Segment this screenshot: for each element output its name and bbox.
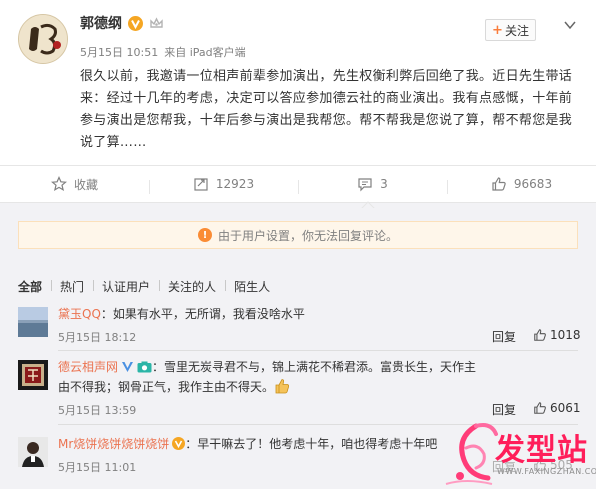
active-tab-caret-icon — [361, 201, 375, 209]
camera-icon — [137, 361, 152, 373]
reply-button[interactable]: 回复 — [492, 328, 516, 345]
commenter-name[interactable]: 德云相声网 — [58, 360, 118, 374]
reply-disabled-notice: ! 由于用户设置，你无法回复评论。 — [18, 221, 578, 249]
filter-strangers[interactable]: 陌生人 — [225, 278, 279, 295]
comment-text: 黛玉QQ：如果有水平，无所谓，我看没啥水平 — [58, 304, 438, 324]
member-crown-icon — [150, 17, 163, 28]
commenter-name[interactable]: 黛玉QQ — [58, 307, 101, 321]
comment-time: 5月15日 11:01 — [58, 461, 137, 474]
follow-label: 关注 — [504, 23, 529, 38]
author-name[interactable]: 郭德纲 — [80, 13, 122, 33]
filter-hot[interactable]: 热门 — [51, 278, 93, 295]
notice-text: 由于用户设置，你无法回复评论。 — [217, 228, 398, 243]
reply-button[interactable]: 回复 — [492, 401, 516, 418]
comment-body: ：早干嘛去了！他考虑十年，咱也得考虑十年吧 — [185, 437, 438, 451]
comment-text: 德云相声网 ：雪里无炭寻君不与，锦上满花不稀君添。富贵长生，天作主由不得我；钢骨正… — [58, 357, 478, 397]
repost-icon — [194, 178, 208, 191]
comment-body: ：如果有水平，无所谓，我看没啥水平 — [100, 307, 305, 321]
post-meta: 5月15日 10:51 来自 iPad客户端 — [80, 44, 246, 60]
plus-icon: + — [492, 22, 503, 38]
comment-like-count: 6061 — [550, 401, 581, 415]
repost-count: 12923 — [215, 177, 255, 191]
commenter-avatar[interactable] — [18, 307, 48, 337]
comment-filter-bar: 全部 热门 认证用户 关注的人 陌生人 — [18, 278, 279, 295]
favorite-label: 收藏 — [73, 177, 98, 192]
commenter-avatar[interactable] — [18, 437, 48, 467]
commenter-name[interactable]: Mr烧饼烧饼烧饼烧饼 — [58, 437, 169, 451]
verified-v-icon — [122, 362, 134, 372]
thumbs-up-icon — [534, 402, 546, 414]
comment-time: 5月15日 13:59 — [58, 404, 137, 417]
thumbs-up-emoji-icon — [275, 379, 290, 394]
filter-verified[interactable]: 认证用户 — [93, 278, 159, 295]
comment-icon — [358, 178, 372, 192]
follow-button[interactable]: + 关注 — [485, 19, 536, 41]
comment-like-count: 1018 — [550, 328, 581, 342]
commenter-avatar[interactable] — [18, 360, 48, 390]
verified-v-icon — [172, 437, 186, 450]
repost-button[interactable]: 12923 — [149, 176, 298, 194]
post-action-bar: 收藏 12923 3 96683 — [0, 165, 596, 203]
post-source: 来自 iPad客户端 — [164, 46, 246, 59]
chevron-down-icon[interactable] — [563, 18, 577, 32]
post-time[interactable]: 5月15日 10:51 — [80, 44, 158, 60]
watermark-url: WWW.FAXINGZHAN.COM — [497, 467, 596, 476]
author-name-row: 郭德纲 — [80, 13, 164, 33]
comment-like-button[interactable]: 6061 — [533, 401, 581, 415]
filter-following[interactable]: 关注的人 — [159, 278, 225, 295]
thumbs-up-icon — [534, 329, 546, 341]
comment-divider — [58, 350, 578, 351]
watermark-text: 发型站 — [495, 433, 588, 468]
comment-like-button[interactable]: 1018 — [533, 328, 581, 342]
comment-time: 5月15日 18:12 — [58, 331, 137, 344]
author-avatar[interactable] — [18, 14, 68, 64]
comment-text: Mr烧饼烧饼烧饼烧饼 ：早干嘛去了！他考虑十年，咱也得考虑十年吧 — [58, 434, 478, 454]
favorite-button[interactable]: 收藏 — [0, 176, 149, 193]
thumbs-up-icon — [492, 177, 506, 191]
warning-icon: ! — [197, 228, 212, 242]
comment-count: 3 — [380, 177, 388, 191]
like-count: 96683 — [513, 177, 553, 191]
star-icon — [51, 176, 67, 192]
post-content: 很久以前，我邀请一位相声前辈参加演出，先生权衡利弊后回绝了我。近日先生带话来：经… — [80, 69, 573, 150]
comment-button[interactable]: 3 — [298, 176, 447, 194]
filter-all[interactable]: 全部 — [18, 278, 51, 295]
verified-v-icon — [128, 15, 143, 31]
like-button[interactable]: 96683 — [447, 176, 596, 194]
